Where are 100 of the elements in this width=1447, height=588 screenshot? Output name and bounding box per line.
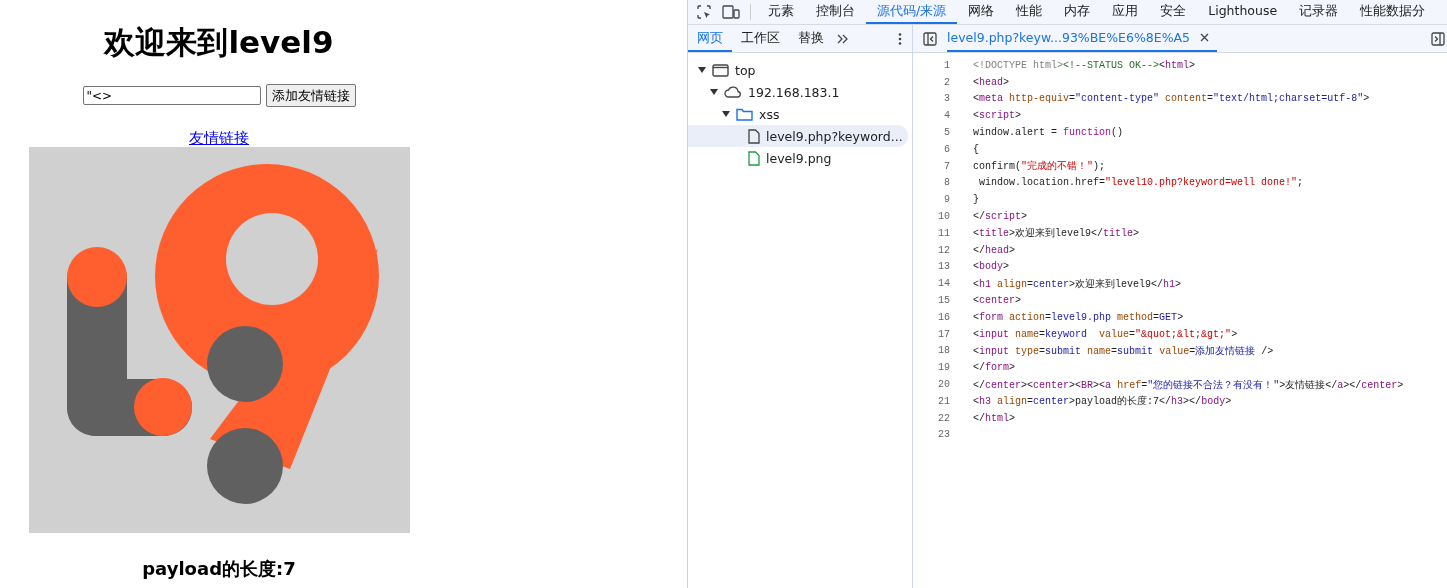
attribute-value: 添加友情链接	[1195, 345, 1256, 357]
tag-name: script	[985, 211, 1022, 223]
navigator-tab[interactable]: 替换	[789, 25, 833, 52]
file-tree-item[interactable]: 192.168.183.1	[688, 81, 908, 103]
tag-name: form	[979, 311, 1004, 323]
line-number: 7	[943, 160, 950, 172]
devtools-tab[interactable]: 性能数据分	[1349, 0, 1437, 24]
tag-name: input	[979, 328, 1010, 340]
code-text: >欢迎来到level9</	[1009, 228, 1104, 240]
tag-name: center	[1361, 379, 1398, 391]
sidebar-toggle-icon[interactable]	[923, 31, 937, 46]
expanded-arrow-icon[interactable]	[722, 110, 730, 118]
line-number: 19	[937, 362, 950, 374]
code-text: >	[1003, 261, 1010, 273]
devtools-tab[interactable]: 控制台	[805, 0, 866, 24]
line-number: 2	[943, 76, 950, 88]
tag-name: h3	[1171, 396, 1184, 408]
code-text: />	[1260, 345, 1274, 357]
attribute-name: type	[1014, 345, 1040, 357]
device-toggle-icon[interactable]	[722, 4, 740, 20]
more-options-icon[interactable]	[898, 32, 902, 45]
keyword-input[interactable]: "<>	[82, 86, 261, 105]
attribute-value: keyword	[1045, 328, 1088, 340]
devtools-tab[interactable]: Lighthouse	[1197, 0, 1289, 24]
inspect-icon[interactable]	[696, 4, 712, 20]
code-text: >	[1009, 412, 1016, 424]
attribute-name: value	[1098, 328, 1130, 340]
attribute-value: "您的链接不合法？有没有！"	[1147, 379, 1280, 391]
file-icon	[748, 128, 760, 144]
line-number: 6	[943, 143, 950, 155]
payload-length-text: payload的长度:7	[142, 557, 296, 581]
navigator-tab[interactable]: 网页	[688, 25, 732, 52]
line-number: 13	[937, 261, 950, 273]
code-text: ()	[1111, 127, 1124, 139]
code-text: </	[973, 211, 985, 223]
code-text: );	[1093, 161, 1106, 173]
tag-name: title	[979, 228, 1010, 240]
code-text: =	[1153, 311, 1160, 323]
tag-name: meta	[979, 93, 1004, 105]
code-text: window.location.href=	[978, 177, 1106, 189]
attribute-name: content	[1164, 93, 1208, 105]
cloud-icon	[724, 86, 742, 98]
tag-name: center	[985, 379, 1022, 391]
keyword-text: function	[1063, 127, 1112, 139]
code-text: <	[973, 311, 979, 323]
attribute-value: center	[1033, 278, 1070, 290]
string-literal: "level10.php?keyword=well done!"	[1105, 177, 1298, 189]
file-tree-item[interactable]: top	[688, 59, 908, 81]
attribute-name: align	[996, 278, 1028, 290]
expanded-arrow-icon[interactable]	[698, 66, 706, 74]
expanded-arrow-icon[interactable]	[710, 88, 718, 96]
devtools-tab[interactable]: 网络	[957, 0, 1006, 24]
attribute-value: center	[1033, 396, 1070, 408]
code-text: <	[973, 396, 979, 408]
submit-button[interactable]: 添加友情链接	[265, 84, 356, 107]
devtools-tab[interactable]: 记录器	[1288, 0, 1350, 24]
code-text: ><	[1021, 379, 1034, 391]
code-text: =	[1141, 379, 1148, 391]
attribute-value: submit	[1117, 345, 1154, 357]
tag-name: body	[1201, 396, 1226, 408]
friend-link[interactable]: 友情链接	[189, 129, 249, 147]
file-tree-item[interactable]: level9.png	[688, 147, 908, 169]
line-number: 17	[937, 328, 950, 340]
code-text: >	[1015, 110, 1022, 122]
code-text: window.alert =	[973, 127, 1058, 139]
line-number: 9	[943, 194, 950, 206]
code-text: <	[973, 278, 979, 290]
attribute-value: level9.php	[1051, 311, 1112, 323]
code-text: <	[1159, 59, 1166, 71]
code-text: {	[973, 143, 979, 155]
attribute-name: name	[1086, 345, 1112, 357]
devtools-tab[interactable]: 内存	[1053, 0, 1102, 24]
code-text: ><	[1093, 379, 1106, 391]
code-text: <	[973, 76, 979, 88]
attribute-value: GET	[1159, 311, 1178, 323]
attribute-value: "text/html;charset=utf-8"	[1213, 93, 1364, 105]
folder-icon	[736, 107, 753, 121]
file-tree-item[interactable]: xss	[688, 103, 908, 125]
devtools-tab[interactable]: 应用	[1101, 0, 1150, 24]
code-text: =	[1129, 328, 1136, 340]
tag-name: html	[985, 412, 1010, 424]
tag-name: input	[979, 345, 1010, 357]
devtools-tab[interactable]: 安全	[1149, 0, 1198, 24]
tag-name: h1	[979, 278, 992, 290]
devtools-tab[interactable]: 元素	[757, 0, 805, 24]
tag-name: head	[979, 76, 1004, 88]
file-icon	[748, 150, 760, 166]
navigator-tab[interactable]: 工作区	[732, 25, 789, 52]
file-tree-item[interactable]: level9.php?keyword...	[688, 125, 908, 147]
line-number: 3	[943, 93, 950, 105]
code-text: >	[1003, 76, 1010, 88]
tag-name: body	[979, 261, 1004, 273]
line-number: 20	[937, 379, 950, 391]
code-text: </	[973, 244, 985, 256]
line-number: 8	[943, 177, 950, 189]
close-icon[interactable]	[1200, 33, 1210, 42]
more-tabs-icon[interactable]	[837, 33, 849, 44]
sidebar-toggle-icon[interactable]	[1431, 31, 1445, 46]
devtools-tab[interactable]: 性能	[1005, 0, 1054, 24]
line-number: 18	[937, 345, 950, 357]
